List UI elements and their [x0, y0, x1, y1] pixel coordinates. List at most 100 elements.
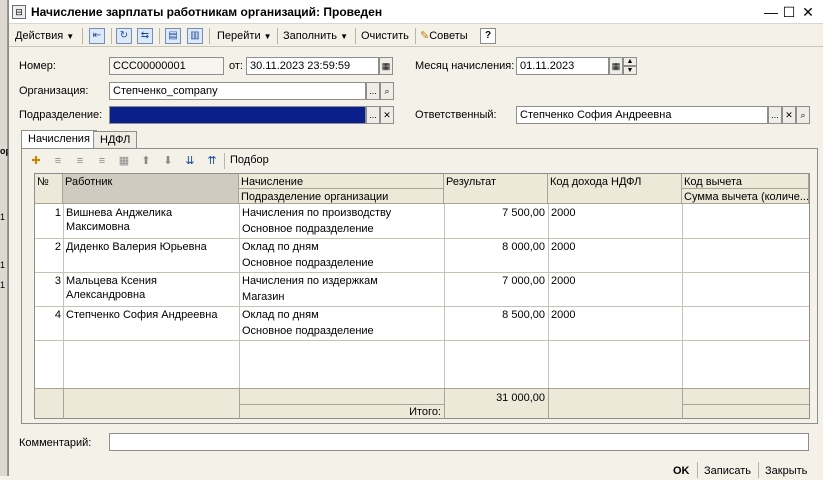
number-field[interactable]: ССС00000001 [109, 57, 224, 75]
table-row[interactable]: 3 Мальцева Ксения Александровна Начислен… [35, 272, 809, 306]
result-value: 7 500,00 [502, 207, 545, 219]
row-divider [35, 340, 809, 341]
accruals-table: № Работник Начисление Подразделение орга… [34, 173, 810, 419]
organization-label: Организация: [19, 85, 89, 97]
toolbar-separator [209, 28, 210, 44]
worker-name: Степченко София Андреевна [66, 309, 218, 321]
close-icon[interactable]: ✕ [799, 3, 817, 21]
toolbar-separator [159, 28, 160, 44]
column-divider [63, 389, 64, 419]
background-window-edge: ор 1 1 1 [0, 0, 11, 476]
save-button[interactable]: Записать [700, 462, 755, 480]
division-name: Основное подразделение [242, 257, 374, 269]
post-document-icon[interactable]: ▤ [165, 28, 181, 44]
column-header-deduction-code[interactable]: Код вычета [682, 174, 809, 189]
result-value: 7 000,00 [502, 275, 545, 287]
column-header-no[interactable]: № [35, 174, 63, 204]
ok-button[interactable]: OK [669, 462, 694, 480]
search-icon[interactable]: ⌕ [380, 82, 394, 100]
chevron-down-icon: ▼ [263, 32, 272, 41]
organization-field[interactable]: Степченко_company [109, 82, 366, 100]
copy-row-icon[interactable]: ≡ [50, 153, 66, 169]
search-icon[interactable]: ⌕ [796, 106, 810, 124]
number-label: Номер: [19, 60, 56, 72]
row-number: 1 [54, 207, 61, 219]
table-row[interactable]: 1 Вишнева Анджелика Максимовна Начислени… [35, 204, 809, 238]
close-button[interactable]: Закрыть [761, 462, 811, 480]
pick-button[interactable]: Подбор [227, 151, 272, 169]
calendar-icon[interactable]: ▦ [379, 57, 393, 75]
clear-icon[interactable]: ✕ [782, 106, 796, 124]
worker-name-cont: Максимовна [66, 221, 130, 233]
unpost-document-icon[interactable]: ▥ [187, 28, 203, 44]
help-icon[interactable]: ? [480, 28, 496, 44]
move-up-icon[interactable]: ⬆ [138, 153, 154, 169]
select-button[interactable]: ... [768, 106, 782, 124]
tips-label: Советы [429, 30, 468, 42]
month-field[interactable]: 01.11.2023 [516, 57, 609, 75]
division-label: Подразделение: [19, 109, 103, 121]
tips-button[interactable]: ✎Советы [417, 27, 471, 45]
delete-row-icon[interactable]: ≡ [94, 153, 110, 169]
edit-row-icon[interactable]: ≡ [72, 153, 88, 169]
date-field[interactable]: 30.11.2023 23:59:59 [246, 57, 379, 75]
background-label: 1 [0, 260, 6, 270]
window-title: Начисление зарплаты работникам организац… [31, 5, 383, 19]
month-label: Месяц начисления: [415, 60, 515, 72]
total-label: Итого: [409, 406, 441, 418]
table-footer: Итого: 31 000,00 [35, 388, 809, 419]
refresh-icon[interactable]: ↻ [116, 28, 132, 44]
table-row[interactable]: 4 Степченко София Андреевна Оклад по дня… [35, 306, 809, 340]
main-toolbar: Действия ▼ ⇤ ↻ ⇆ ▤ ▥ Перейти ▼ Заполнить… [9, 25, 823, 47]
ndfl-code: 2000 [551, 241, 576, 253]
minimize-icon[interactable]: — [762, 3, 780, 21]
sort-ascending-icon[interactable]: ⇊ [182, 153, 198, 169]
spin-up-icon[interactable]: ▲ [623, 57, 637, 66]
post-and-close-icon[interactable]: ⇤ [89, 28, 105, 44]
tips-icon: ✎ [420, 30, 430, 42]
table-row[interactable]: 2 Диденко Валерия Юрьевна Оклад по дням … [35, 238, 809, 272]
result-value: 8 000,00 [502, 241, 545, 253]
chevron-down-icon: ▼ [66, 32, 75, 41]
row-number: 4 [54, 309, 61, 321]
calendar-icon[interactable]: ▦ [609, 57, 623, 75]
responsible-field[interactable]: Степченко София Андреевна [516, 106, 768, 124]
column-header-worker[interactable]: Работник [63, 174, 239, 204]
date-label: от: [229, 60, 243, 72]
fill-label: Заполнить [283, 30, 338, 42]
tab-accruals[interactable]: Начисления [21, 130, 97, 150]
ndfl-code: 2000 [551, 207, 576, 219]
chevron-down-icon: ▼ [340, 32, 348, 41]
reread-icon[interactable]: ⇆ [137, 28, 153, 44]
goto-menu[interactable]: Перейти ▼ [214, 27, 275, 45]
move-down-icon[interactable]: ⬇ [160, 153, 176, 169]
ndfl-code: 2000 [551, 309, 576, 321]
comment-field[interactable] [109, 433, 809, 451]
spin-down-icon[interactable]: ▼ [623, 66, 637, 75]
toolbar-separator [111, 28, 112, 44]
division-name: Магазин [242, 291, 285, 303]
end-edit-icon[interactable]: ▦ [116, 153, 132, 169]
column-header-division[interactable]: Подразделение организации [239, 189, 444, 204]
clear-button[interactable]: Очистить [358, 27, 412, 45]
column-header-deduction-sum[interactable]: Сумма вычета (количе... [682, 189, 809, 204]
row-number: 2 [54, 241, 61, 253]
worker-name: Диденко Валерия Юрьевна [66, 241, 207, 253]
select-button[interactable]: ... [366, 106, 380, 124]
select-button[interactable]: ... [366, 82, 380, 100]
sort-descending-icon[interactable]: ⇈ [204, 153, 220, 169]
background-label: 1 [0, 212, 6, 222]
column-header-ndfl-code[interactable]: Код дохода НДФЛ [548, 174, 682, 204]
maximize-icon[interactable]: ☐ [780, 3, 798, 21]
column-header-accrual[interactable]: Начисление [239, 174, 444, 189]
actions-menu[interactable]: Действия ▼ [12, 27, 77, 45]
comment-label: Комментарий: [19, 437, 92, 449]
clear-icon[interactable]: ✕ [380, 106, 394, 124]
fill-menu[interactable]: Заполнить ▼ [280, 27, 351, 45]
document-window: ⊟ Начисление зарплаты работникам организ… [8, 0, 823, 478]
division-field[interactable] [109, 106, 366, 124]
column-header-result[interactable]: Результат [444, 174, 548, 204]
row-number: 3 [54, 275, 61, 287]
add-row-icon[interactable]: ✚ [28, 153, 44, 169]
result-value: 8 500,00 [502, 309, 545, 321]
